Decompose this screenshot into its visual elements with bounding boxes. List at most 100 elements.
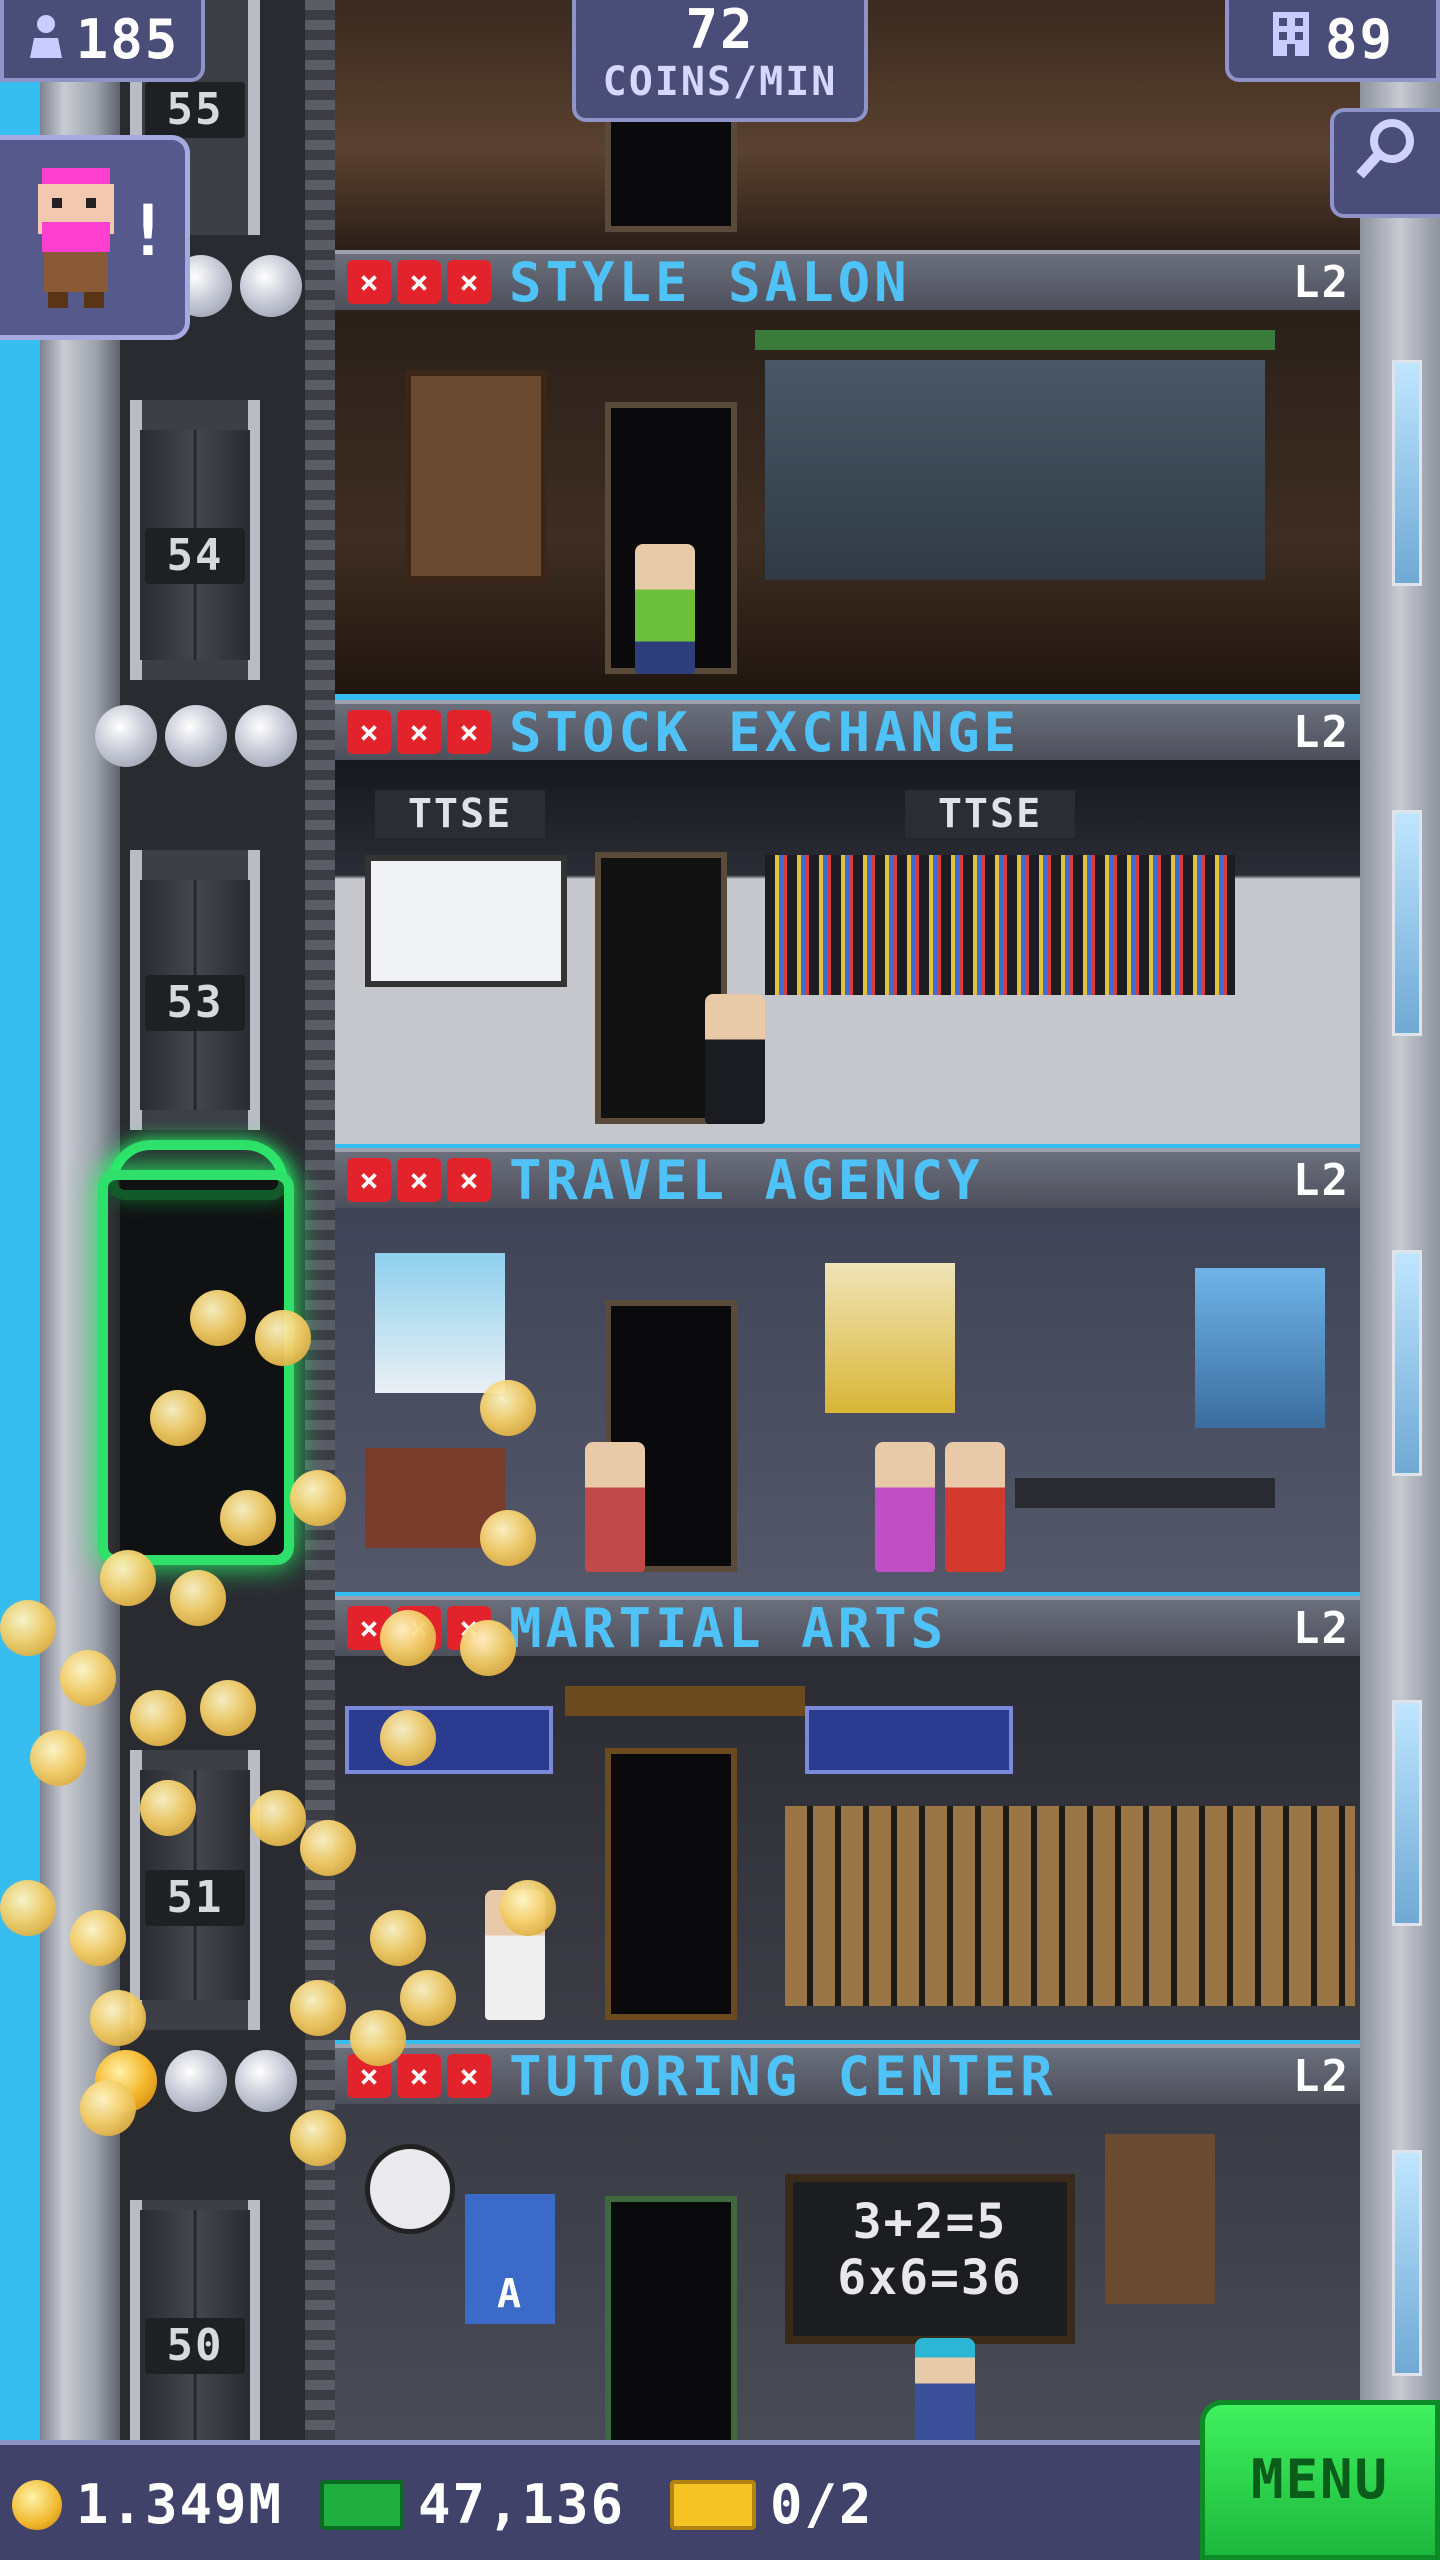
stock-chart-board (365, 855, 567, 987)
coin-icon[interactable] (190, 1290, 246, 1346)
stock-markers: × × × (347, 1158, 491, 1202)
out-of-stock-icon: × (397, 2054, 441, 2098)
star-icon (95, 705, 157, 767)
coin-icon[interactable] (480, 1380, 536, 1436)
out-of-stock-icon: × (447, 710, 491, 754)
coin-icon[interactable] (140, 1780, 196, 1836)
travel-poster (825, 1263, 955, 1413)
tower-bux-icon (320, 2479, 404, 2530)
coin-icon[interactable] (350, 2010, 406, 2066)
alert-mark: ! (126, 190, 171, 272)
resident-sprite[interactable] (635, 544, 695, 674)
coin-icon[interactable] (380, 1710, 436, 1766)
floor-name: TRAVEL AGENCY (509, 1148, 984, 1212)
bux-value: 47,136 (418, 2473, 626, 2536)
bookshelf (1105, 2134, 1215, 2304)
travel-poster (1195, 1268, 1325, 1428)
floor-counter[interactable]: 89 (1225, 0, 1440, 82)
coin-icon[interactable] (290, 2110, 346, 2166)
room-door (605, 1748, 737, 2020)
ticket-balance[interactable]: 0/2 (670, 2473, 874, 2536)
star-icon (240, 255, 302, 317)
coin-icon[interactable] (90, 1990, 146, 2046)
coin-icon (12, 2479, 62, 2530)
window (1392, 2150, 1422, 2376)
torii-gate (565, 1686, 805, 1716)
coin-icon[interactable] (70, 1910, 126, 1966)
clock-icon (365, 2144, 455, 2234)
out-of-stock-icon: × (347, 1158, 391, 1202)
population-counter[interactable]: 185 (0, 0, 205, 82)
apple-poster: A (465, 2194, 555, 2324)
out-of-stock-icon: × (447, 1158, 491, 1202)
coin-icon[interactable] (500, 1880, 556, 1936)
coin-icon[interactable] (220, 1490, 276, 1546)
person-icon (26, 8, 66, 71)
window (1392, 360, 1422, 586)
resident-sprite[interactable] (705, 994, 765, 1124)
floor-name: STYLE SALON (509, 250, 911, 314)
sky (0, 0, 40, 2440)
floor-header: × × × STOCK EXCHANGE L2 (335, 700, 1360, 764)
coins-balance[interactable]: 1.349M (12, 2473, 283, 2536)
bux-balance[interactable]: 47,136 (320, 2473, 625, 2536)
coin-icon[interactable] (60, 1650, 116, 1706)
coin-icon[interactable] (0, 1600, 56, 1656)
floor-style-salon[interactable]: × × × STYLE SALON L2 (335, 250, 1360, 694)
golden-ticket-icon (670, 2479, 756, 2530)
star-icon (165, 705, 227, 767)
floor-level: L2 (1293, 1154, 1350, 1206)
out-of-stock-icon: × (397, 260, 441, 304)
elevator-floor-number: 51 (145, 1870, 245, 1926)
coin-icon[interactable] (200, 1680, 256, 1736)
resident-sprite[interactable] (875, 1442, 935, 1572)
coin-icon[interactable] (300, 1820, 356, 1876)
tickets-value: 0/2 (770, 2473, 874, 2536)
coin-icon[interactable] (380, 1610, 436, 1666)
coin-icon[interactable] (255, 1310, 311, 1366)
coin-icon[interactable] (130, 1690, 186, 1746)
valance (755, 330, 1275, 350)
room-interior (335, 310, 1360, 694)
floor-stock-exchange[interactable]: × × × STOCK EXCHANGE L2 TTSE TTSE (335, 700, 1360, 1144)
building-icon (1271, 8, 1311, 71)
coin-icon[interactable] (480, 1510, 536, 1566)
coin-icon[interactable] (80, 2080, 136, 2136)
dojo-banner (345, 1706, 553, 1774)
window (1392, 810, 1422, 1036)
bookshelf (405, 370, 547, 582)
mirrors (765, 360, 1265, 580)
population-value: 185 (75, 7, 180, 71)
coin-icon[interactable] (100, 1550, 156, 1606)
coin-icon[interactable] (250, 1790, 306, 1846)
out-of-stock-icon: × (347, 710, 391, 754)
menu-button[interactable]: MENU (1200, 2400, 1440, 2560)
floor-stars (95, 705, 297, 767)
elevator-floor-number: 55 (145, 82, 245, 138)
coin-icon[interactable] (0, 1880, 56, 1936)
resident-sprite[interactable] (585, 1442, 645, 1572)
exchange-sign: TTSE (905, 790, 1075, 838)
coin-icon[interactable] (150, 1390, 206, 1446)
stock-markers: × × × (347, 710, 491, 754)
coins-value: 1.349M (76, 2473, 284, 2536)
floor-header: × × × TUTORING CENTER L2 (335, 2044, 1360, 2108)
resident-sprite[interactable] (945, 1442, 1005, 1572)
vip-visitor-notification[interactable]: ! (0, 135, 190, 340)
coin-icon[interactable] (460, 1620, 516, 1676)
coin-icon[interactable] (30, 1730, 86, 1786)
floor-count-value: 89 (1324, 7, 1395, 71)
coin-icon[interactable] (290, 1470, 346, 1526)
coin-icon[interactable] (170, 1570, 226, 1626)
out-of-stock-icon: × (447, 2054, 491, 2098)
coin-icon[interactable] (400, 1970, 456, 2026)
coin-icon[interactable] (370, 1910, 426, 1966)
window (1392, 1700, 1422, 1926)
floor-name: MARTIAL ARTS (509, 1596, 948, 1660)
elevator-rail (305, 0, 335, 2440)
coins-per-min-unit: COINS/MIN (602, 59, 838, 105)
room-interior (335, 1656, 1360, 2040)
floor-level: L2 (1293, 706, 1350, 758)
coin-icon[interactable] (290, 1980, 346, 2036)
search-button[interactable] (1330, 108, 1440, 218)
